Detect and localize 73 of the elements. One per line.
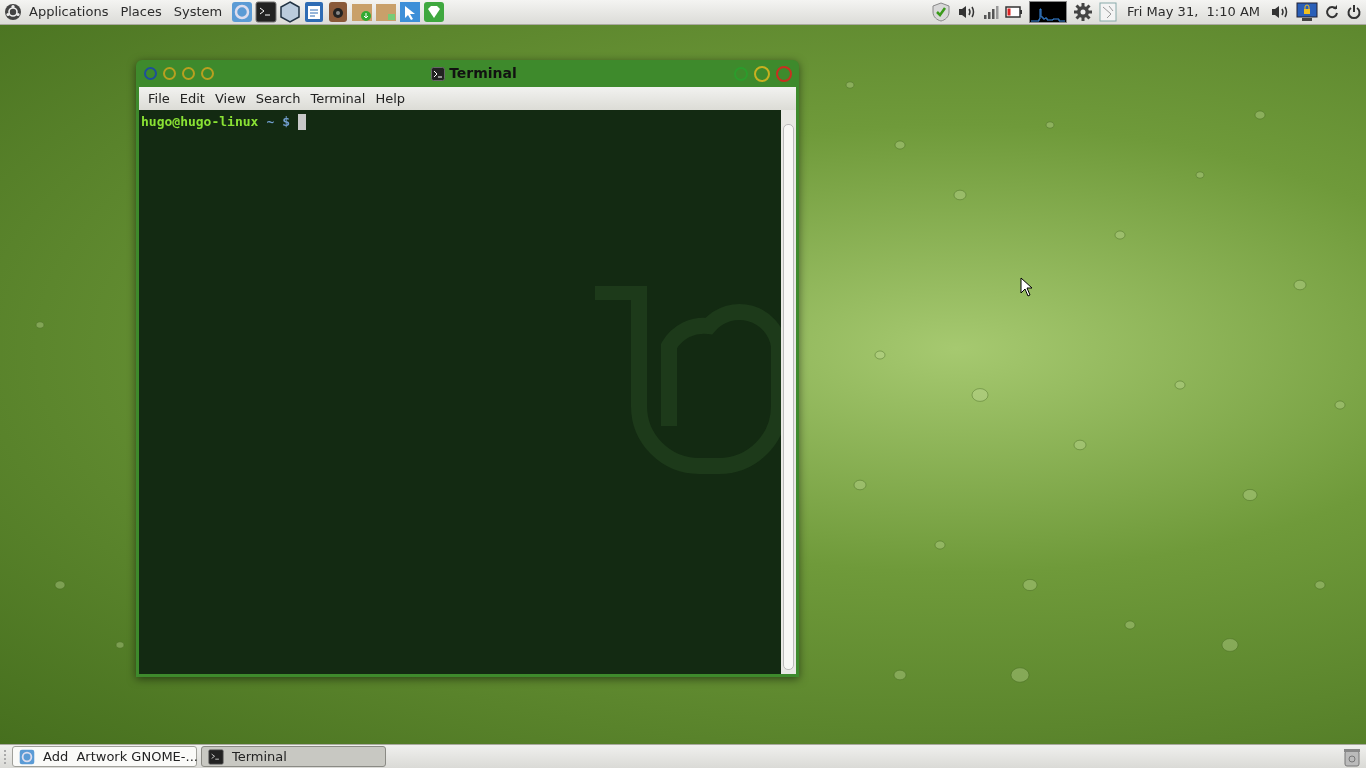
scrollbar[interactable] [781, 110, 796, 674]
cube-icon[interactable] [279, 1, 302, 23]
shield-check-icon[interactable] [931, 2, 951, 22]
raindrop [1242, 488, 1258, 502]
system-monitor-graph[interactable] [1029, 1, 1067, 23]
raindrop [1045, 121, 1055, 129]
battery-icon[interactable] [1005, 6, 1023, 18]
raindrop [1254, 110, 1266, 120]
raindrop [1174, 380, 1186, 390]
trash-icon[interactable] [1342, 746, 1362, 767]
raindrop [1195, 171, 1205, 179]
raindrop [874, 350, 886, 360]
panel-menu[interactable]: Places [115, 2, 167, 22]
raindrop [971, 388, 989, 402]
scrollbar-thumb[interactable] [783, 124, 794, 670]
raindrop [953, 189, 967, 201]
terminal-icon[interactable] [255, 1, 278, 23]
taskbar-button[interactable]: Add Artwork GNOME-... [12, 746, 197, 767]
mouse-pointer-icon [1020, 277, 1033, 297]
raindrop [1124, 620, 1136, 630]
window-button[interactable] [201, 67, 214, 80]
browser-icon [19, 748, 35, 765]
raindrop [1221, 638, 1239, 652]
window-title: Terminal [449, 64, 517, 83]
prompt-path: ~ [266, 113, 275, 131]
raindrop [894, 140, 906, 150]
menu-item[interactable]: View [209, 88, 251, 109]
raindrop [934, 540, 946, 550]
prompt-user-host: hugo@hugo-linux [141, 113, 259, 131]
raindrop [1022, 578, 1038, 592]
window-button[interactable] [182, 67, 195, 80]
text-cursor [298, 113, 307, 130]
window-button[interactable] [144, 67, 157, 80]
raindrop [893, 669, 907, 681]
terminal-icon [208, 748, 224, 765]
volume-icon[interactable] [1270, 4, 1290, 20]
raindrop [1073, 439, 1087, 451]
volume-icon[interactable] [957, 4, 977, 20]
menu-item[interactable]: File [143, 88, 175, 109]
gear-icon[interactable] [1073, 2, 1093, 22]
menu-item[interactable]: Help [370, 88, 411, 109]
menu-logo-icon[interactable] [4, 3, 22, 21]
menu-item[interactable]: Terminal [305, 88, 371, 109]
raindrop [115, 641, 125, 649]
terminal-icon [431, 66, 446, 81]
panel-menu[interactable]: Applications [24, 2, 114, 22]
raindrop [1293, 279, 1307, 291]
raindrop [845, 81, 855, 89]
raindrop [54, 580, 66, 590]
window-button[interactable] [163, 67, 176, 80]
raindrop [1314, 580, 1326, 590]
clock[interactable]: Fri May 31, 1:10 AM [1127, 2, 1260, 22]
signal-bars-icon[interactable] [983, 4, 999, 20]
panel-menu[interactable]: System [168, 2, 228, 22]
raindrop [1334, 400, 1346, 410]
gem-icon[interactable] [423, 1, 446, 23]
raindrop [853, 479, 867, 491]
refresh-icon[interactable] [1324, 4, 1340, 20]
power-icon[interactable] [1346, 4, 1362, 20]
menu-item[interactable]: Edit [174, 88, 210, 109]
package-icon[interactable] [375, 1, 398, 23]
pointer-icon[interactable] [399, 1, 422, 23]
document-icon[interactable] [303, 1, 326, 23]
taskbar-button[interactable]: Terminal [201, 746, 386, 767]
raindrop [35, 321, 45, 329]
lock-screen-icon[interactable] [1296, 2, 1318, 22]
menu-item[interactable]: Search [250, 88, 306, 109]
document-icon[interactable] [1099, 2, 1117, 22]
prompt-symbol: $ [282, 113, 291, 131]
raindrop [1114, 230, 1126, 240]
raindrop [1010, 667, 1030, 683]
maximize-button[interactable] [754, 65, 770, 82]
speaker-icon[interactable] [327, 1, 350, 23]
